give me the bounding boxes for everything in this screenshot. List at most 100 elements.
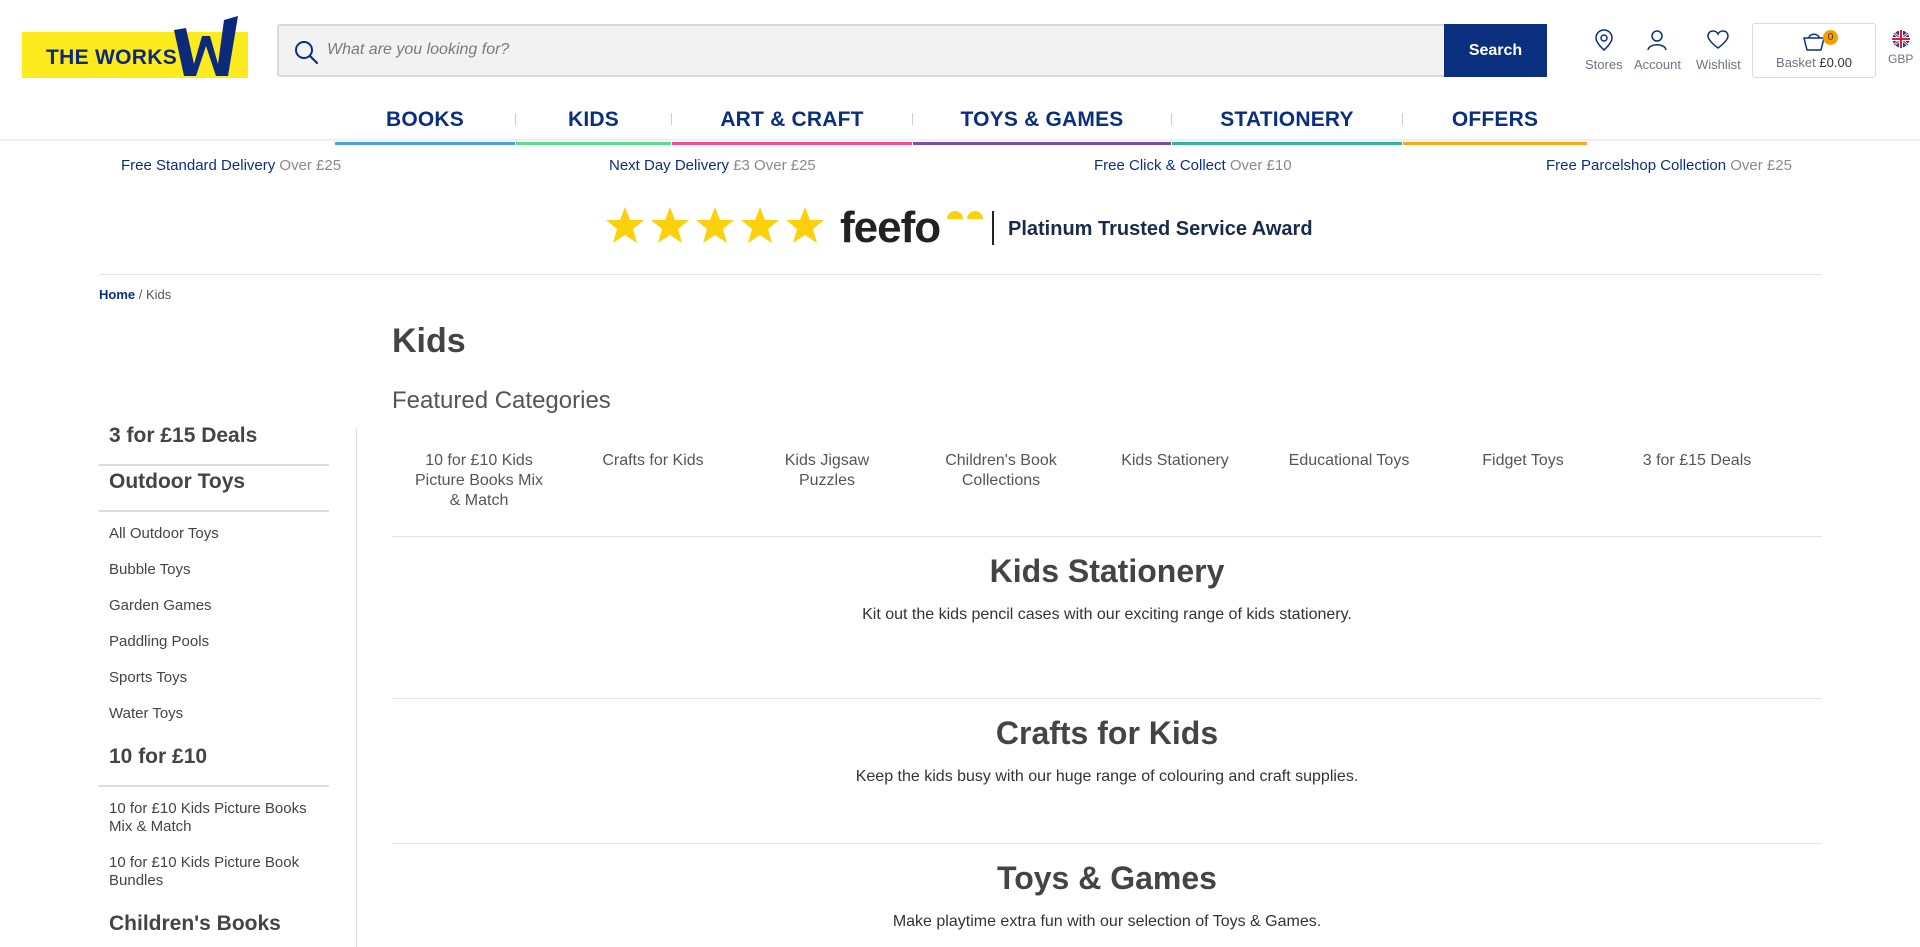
delivery-next-day-title: Next Day Delivery xyxy=(609,157,730,174)
currency-label: GBP xyxy=(1888,52,1914,66)
delivery-info-parcelshop[interactable]: Free Parcelshop Collection Over £25 xyxy=(1546,157,1792,174)
breadcrumb-separator: / xyxy=(138,287,143,302)
page-title: Kids xyxy=(392,322,466,360)
stores-link[interactable]: Stores xyxy=(1585,28,1623,72)
sidebar-item-bubble-toys[interactable]: Bubble Toys xyxy=(109,561,319,579)
nav-stationery[interactable]: STATIONERY xyxy=(1172,104,1402,145)
the-works-logo[interactable]: THE WORKS xyxy=(22,16,248,78)
sidebar-heading-deals[interactable]: 3 for £15 Deals xyxy=(99,420,329,466)
category-sidebar: 3 for £15 Deals Outdoor Toys All Outdoor… xyxy=(99,420,329,947)
section-toys-games: Toys & Games Make playtime extra fun wit… xyxy=(392,860,1822,931)
featured-category-picture-books[interactable]: 10 for £10 Kids Picture Books Mix & Matc… xyxy=(392,451,566,511)
delivery-click-collect-title: Free Click & Collect xyxy=(1094,157,1226,174)
divider xyxy=(392,536,1822,537)
wishlist-link[interactable]: Wishlist xyxy=(1696,28,1741,72)
sidebar-item-kids-picture-book-bundles[interactable]: 10 for £10 Kids Picture Book Bundles xyxy=(109,854,319,890)
nav-kids[interactable]: KIDS xyxy=(516,104,671,145)
sidebar-item-paddling-pools[interactable]: Paddling Pools xyxy=(109,633,319,651)
delivery-standard-detail: Over £25 xyxy=(279,157,342,174)
sidebar-heading-childrens-books[interactable]: Children's Books xyxy=(99,908,329,947)
star-icon xyxy=(741,207,779,243)
sidebar-item-garden-games[interactable]: Garden Games xyxy=(109,597,319,615)
search-input[interactable] xyxy=(327,34,1427,66)
sidebar-item-sports-toys[interactable]: Sports Toys xyxy=(109,669,319,687)
feefo-divider xyxy=(992,211,994,245)
feefo-eyes-icon xyxy=(947,211,983,219)
location-pin-icon xyxy=(1595,29,1613,51)
featured-category-3-for-15-deals[interactable]: 3 for £15 Deals xyxy=(1610,451,1784,511)
basket-button[interactable]: 0 Basket £0.00 xyxy=(1752,23,1876,78)
delivery-next-day-detail: £3 Over £25 xyxy=(733,157,816,174)
nav-offers[interactable]: OFFERS xyxy=(1403,104,1587,145)
section-description: Kit out the kids pencil cases with our e… xyxy=(862,606,1352,623)
search-icon xyxy=(295,41,319,65)
sidebar-item-all-outdoor-toys[interactable]: All Outdoor Toys xyxy=(109,525,319,543)
site-header: THE WORKS Search Stores Account Wishlist xyxy=(0,0,1920,104)
account-link[interactable]: Account xyxy=(1634,28,1681,72)
divider xyxy=(99,274,1822,275)
nav-toys-games-label: TOYS & GAMES xyxy=(960,108,1124,131)
basket-total: £0.00 xyxy=(1819,55,1852,70)
divider xyxy=(392,698,1822,699)
star-icon xyxy=(651,207,689,243)
basket-count-badge: 0 xyxy=(1823,30,1838,45)
featured-category-book-collections[interactable]: Children's Book Collections xyxy=(914,451,1088,511)
delivery-info-standard[interactable]: Free Standard Delivery Over £25 xyxy=(121,157,341,174)
section-title: Toys & Games xyxy=(997,860,1217,896)
star-icon xyxy=(786,207,824,243)
breadcrumb-current: Kids xyxy=(146,287,172,302)
section-description: Keep the kids busy with our huge range o… xyxy=(855,768,1359,785)
star-icon xyxy=(696,207,734,243)
nav-art-craft[interactable]: ART & CRAFT xyxy=(672,104,912,145)
star-icon xyxy=(606,207,644,243)
section-title: Kids Stationery xyxy=(989,553,1225,589)
sidebar-item-kids-picture-books-mix[interactable]: 10 for £10 Kids Picture Books Mix & Matc… xyxy=(109,800,319,836)
logo-w-mark xyxy=(174,16,238,76)
sidebar-10-for-10-list: 10 for £10 Kids Picture Books Mix & Matc… xyxy=(99,787,329,890)
breadcrumb: Home / Kids xyxy=(99,287,171,302)
wishlist-label: Wishlist xyxy=(1696,57,1741,72)
featured-category-jigsaw-puzzles[interactable]: Kids Jigsaw Puzzles xyxy=(740,451,914,511)
account-label: Account xyxy=(1634,57,1681,72)
basket-label: Basket xyxy=(1776,55,1816,70)
section-crafts-for-kids: Crafts for Kids Keep the kids busy with … xyxy=(392,715,1822,786)
currency-selector[interactable]: GBP xyxy=(1888,30,1913,66)
divider xyxy=(392,843,1822,844)
nav-offers-label: OFFERS xyxy=(1451,108,1539,131)
delivery-info-click-collect[interactable]: Free Click & Collect Over £10 xyxy=(1094,157,1292,174)
delivery-click-collect-detail: Over £10 xyxy=(1229,157,1292,174)
header-shadow xyxy=(0,139,1920,142)
sidebar-heading-outdoor-toys[interactable]: Outdoor Toys xyxy=(99,466,329,512)
delivery-standard-title: Free Standard Delivery xyxy=(121,157,276,174)
main-navigation: BOOKS KIDS ART & CRAFT TOYS & GAMES STAT… xyxy=(335,104,1587,145)
featured-category-kids-stationery[interactable]: Kids Stationery xyxy=(1088,451,1262,511)
featured-categories-list: 10 for £10 Kids Picture Books Mix & Matc… xyxy=(392,451,1787,511)
nav-stationery-label: STATIONERY xyxy=(1220,108,1354,131)
feefo-logo-text: feefo xyxy=(840,203,941,252)
nav-books[interactable]: BOOKS xyxy=(335,104,515,145)
delivery-info-next-day[interactable]: Next Day Delivery £3 Over £25 xyxy=(609,157,816,174)
nav-books-label: BOOKS xyxy=(385,108,464,131)
section-kids-stationery: Kids Stationery Kit out the kids pencil … xyxy=(392,553,1822,624)
nav-kids-label: KIDS xyxy=(568,108,619,131)
featured-category-educational-toys[interactable]: Educational Toys xyxy=(1262,451,1436,511)
nav-art-craft-label: ART & CRAFT xyxy=(720,108,864,131)
delivery-parcelshop-title: Free Parcelshop Collection xyxy=(1546,157,1727,174)
section-title: Crafts for Kids xyxy=(995,715,1219,751)
sidebar-outdoor-list: All Outdoor Toys Bubble Toys Garden Game… xyxy=(99,512,329,723)
featured-category-fidget-toys[interactable]: Fidget Toys xyxy=(1436,451,1610,511)
logo-text: THE WORKS xyxy=(46,46,178,69)
sidebar-heading-10-for-10[interactable]: 10 for £10 xyxy=(99,741,329,787)
nav-toys-games[interactable]: TOYS & GAMES xyxy=(913,104,1171,145)
sidebar-item-water-toys[interactable]: Water Toys xyxy=(109,705,319,723)
sidebar-divider xyxy=(356,428,357,947)
uk-flag-icon xyxy=(1891,30,1910,48)
section-description: Make playtime extra fun with our selecti… xyxy=(892,913,1322,930)
featured-category-crafts[interactable]: Crafts for Kids xyxy=(566,451,740,511)
account-icon xyxy=(1647,30,1668,51)
breadcrumb-home[interactable]: Home xyxy=(99,287,135,302)
featured-categories-heading: Featured Categories xyxy=(392,387,611,414)
feefo-award-text: Platinum Trusted Service Award xyxy=(1008,218,1313,240)
search-button[interactable]: Search xyxy=(1444,24,1547,77)
stores-label: Stores xyxy=(1585,57,1623,72)
